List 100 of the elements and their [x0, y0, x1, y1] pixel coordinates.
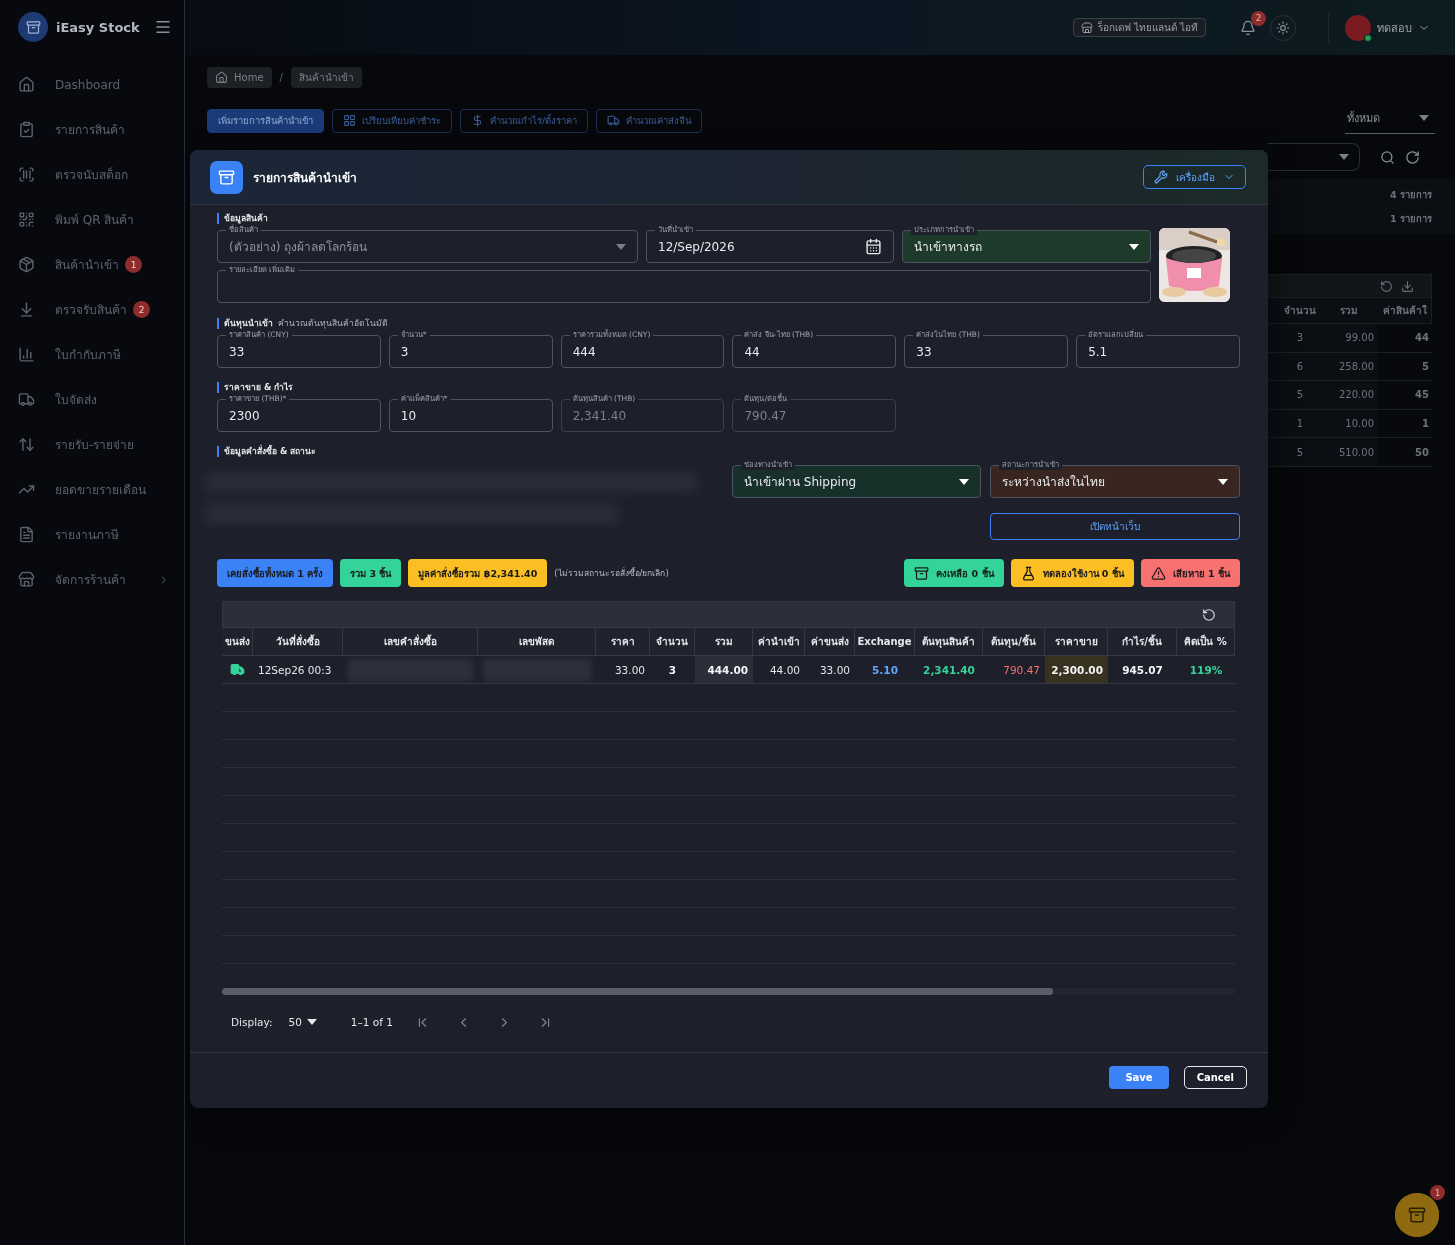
column-header: ค่านำเข้า	[753, 628, 805, 655]
store-chip[interactable]: ร็อกเดฟ ไทยแลนด์ ไอที	[1072, 18, 1206, 37]
table-cell: 1	[1377, 409, 1432, 438]
caret-icon	[1339, 154, 1349, 160]
refresh-button[interactable]	[1405, 149, 1420, 165]
table-cell-text: 33.00	[818, 662, 851, 678]
select-field[interactable]	[1268, 143, 1360, 171]
sun-icon	[1276, 20, 1290, 35]
store-icon	[18, 571, 35, 588]
column-header: จำนวน	[650, 628, 695, 655]
download-icon	[18, 301, 35, 318]
breadcrumb-separator: /	[279, 71, 283, 83]
summary-count: 1 รายการ	[1390, 212, 1432, 226]
grid-icon	[343, 114, 356, 127]
table-cell-text: 3	[1295, 332, 1305, 344]
tools-button[interactable]: เครื่องมือ	[1143, 165, 1246, 189]
qr-code-icon	[18, 211, 35, 228]
cancel-button[interactable]: Cancel	[1183, 1066, 1247, 1089]
table-cell-text: 10.00	[1344, 418, 1375, 430]
stat-badge: มูลค่าสั่งซื้อรวม ฿2,341.40	[408, 559, 548, 587]
column-header: ต้นทุน/ชิ้น	[983, 628, 1045, 655]
column-header: ต้นทุนสินค้า	[915, 628, 983, 655]
open-website-button[interactable]: เปิดหน้าเว็บ	[990, 512, 1240, 540]
store-icon	[1080, 21, 1093, 34]
table-cell-text: 220.00	[1338, 389, 1375, 401]
table-cell-text: 5	[1295, 389, 1305, 401]
brand-name: iEasy Stock	[56, 19, 140, 35]
save-button[interactable]: Save	[1109, 1066, 1169, 1089]
column-header: รวม	[695, 628, 753, 655]
document-icon	[18, 526, 35, 543]
stat-badge: เคยสั่งซื้อทั้งหมด 1 ครั้ง	[217, 559, 334, 587]
refresh-icon	[1202, 607, 1216, 622]
caret-icon	[306, 1019, 317, 1025]
caret-icon	[959, 478, 969, 485]
calendar-icon	[865, 238, 882, 255]
caret-icon	[1419, 115, 1429, 121]
section-title: ราคาขาย & กำไร	[224, 381, 294, 394]
truck-icon	[607, 114, 621, 127]
display-label: Display:	[231, 1016, 273, 1028]
archive-icon	[218, 168, 235, 186]
truck-icon	[230, 662, 245, 677]
caret-icon	[616, 243, 626, 250]
archive-icon	[914, 565, 930, 581]
table-cell-text: 119%	[1188, 662, 1224, 678]
wrench-icon	[1154, 170, 1168, 184]
notification-badge: 1	[1430, 1185, 1445, 1200]
table-cell-text: 12Sep26 00:3	[257, 662, 333, 678]
action-button[interactable]: เพิ่มรายการสินค้านำเข้า	[207, 108, 324, 133]
sidebar-item[interactable]: ตรวจรับสินค้า 2	[18, 287, 184, 332]
table-cell: 2,300.00	[1045, 656, 1108, 683]
bell-icon	[1240, 19, 1256, 36]
stats-note: (ไม่รวมสถานะรอสั่งซื้อ/ยกเลิก)	[554, 566, 669, 580]
column-header: ขนส่ง	[222, 628, 253, 655]
table-cell-text: 6	[1295, 360, 1305, 372]
bar-chart-icon	[18, 346, 35, 363]
filter-select[interactable]: ทั้งหมด	[1345, 107, 1435, 134]
horizontal-scrollbar[interactable]	[222, 988, 1235, 995]
table-cell: 50	[1377, 438, 1432, 466]
table-cell: 44	[1377, 324, 1432, 352]
sidebar-item[interactable]: สินค้านำเข้า 1	[18, 242, 184, 287]
user-menu[interactable]: ทดสอบ	[1328, 12, 1430, 43]
search-button[interactable]	[1380, 149, 1395, 165]
menu-icon	[153, 18, 172, 36]
column-header: วันที่สั่งซื้อ	[253, 628, 343, 655]
up-down-arrows-icon	[18, 436, 35, 453]
column-header: ค่าสินค้าใ	[1381, 303, 1428, 318]
breadcrumb-item[interactable]: สินค้านำเข้า	[290, 66, 362, 88]
count-badge: 1	[125, 256, 142, 273]
column-header: เลขพัสด	[478, 628, 596, 655]
barcode-scan-icon	[18, 166, 35, 183]
flask-icon	[1020, 565, 1036, 581]
search-icon	[1380, 149, 1395, 165]
table-cell-text: 5.10	[871, 662, 899, 678]
table-cell-text: 33.00	[613, 662, 646, 678]
page-size-select[interactable]: 50	[288, 1016, 317, 1028]
column-header: ราคา	[596, 628, 650, 655]
breadcrumb-item[interactable]: Home	[207, 66, 272, 88]
table-cell-text: 3	[667, 662, 678, 678]
stat-badge: เสียหาย 1 ชิ้น	[1140, 559, 1240, 587]
dollar-icon	[471, 114, 484, 127]
table-cell-text: 1	[1295, 418, 1305, 430]
column-header: คิดเป็น %	[1177, 628, 1235, 655]
stat-badge: คงเหลือ 0 ชิ้น	[904, 559, 1004, 587]
page-range: 1–1 of 1	[350, 1016, 393, 1028]
home-icon	[215, 70, 228, 84]
count-badge: 2	[133, 301, 150, 318]
table-cell-text: 790.47	[1002, 662, 1041, 678]
caret-icon	[1129, 243, 1139, 250]
section-note: คำนวณต้นทุนสินค้าอัตโนมัติ	[278, 317, 388, 330]
notification-button[interactable]	[1240, 19, 1256, 36]
section-title: ต้นทุนนำเข้า	[224, 317, 273, 330]
stat-badge: รวม 3 ชิ้น	[340, 559, 402, 587]
table-cell-text: 945.07	[1121, 662, 1164, 678]
archive-icon	[1408, 1206, 1426, 1224]
table-cell-text: 2,341.40	[922, 662, 976, 678]
table-cell-text: 5	[1295, 446, 1305, 458]
column-header: จำนวน	[1283, 304, 1317, 318]
column-header: รวม	[1338, 304, 1359, 318]
download-icon	[1401, 279, 1414, 293]
table-cell-text: 44.00	[768, 662, 801, 678]
